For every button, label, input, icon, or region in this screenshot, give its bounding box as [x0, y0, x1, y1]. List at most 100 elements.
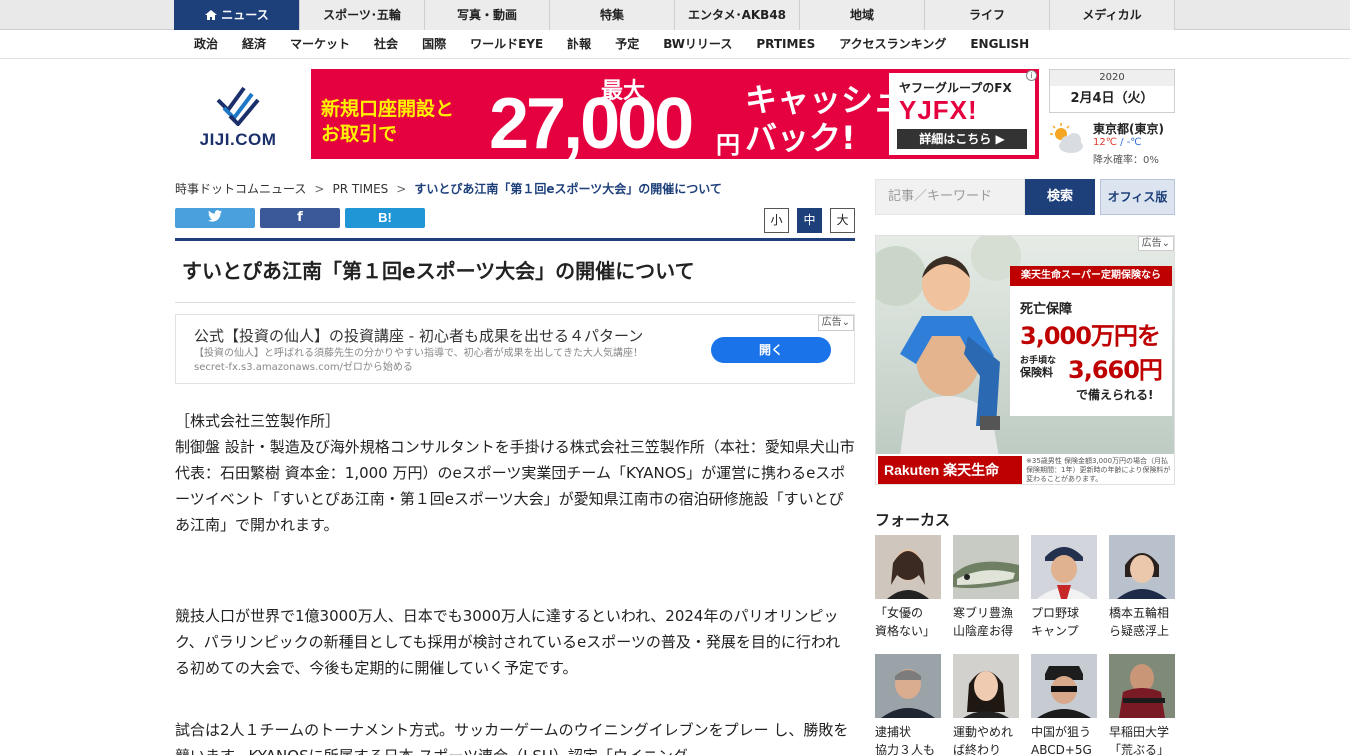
focus-caption-7[interactable]: 中国が狙う ABCD+5G: [1031, 723, 1101, 755]
side-ad-fineprint: ※35歳男性 保険金額3,000万円の場合（月払 保険期間：1年）更新時の年齢に…: [1026, 457, 1171, 483]
focus-thumb-8[interactable]: [1109, 654, 1175, 718]
article-paragraph-3: 試合は2人１チームのトーナメント方式。サッカーゲームのウイニングイレブンをプレー…: [175, 721, 849, 755]
article-paragraph-text: 制御盤 設計・製造及び海外規格コンサルタントを手掛ける株式会社三笠製作所（本社：…: [175, 438, 855, 534]
ad-headline[interactable]: 公式【投資の仙人】の投資講座 - 初心者も成果を出せる４パターン: [194, 325, 643, 346]
tab-life[interactable]: ライフ: [924, 0, 1049, 30]
caption-line: 早稲田大学: [1109, 725, 1170, 739]
caption-line: プロ野球: [1031, 606, 1080, 620]
side-ad-line5: で備えられる!: [1076, 388, 1154, 402]
inline-text-ad[interactable]: 公式【投資の仙人】の投資講座 - 初心者も成果を出せる４パターン 【投資の仙人】…: [175, 314, 855, 384]
side-ad-line4: 3,660円: [1068, 356, 1163, 384]
focus-thumb-2[interactable]: [953, 535, 1019, 599]
banner-copy-line2: お取引で: [321, 123, 398, 145]
banner-cashback: キャッシュ バック!: [745, 81, 905, 157]
search-input[interactable]: 記事／キーワード: [875, 179, 1025, 215]
adchoices-icon[interactable]: i: [1026, 70, 1037, 81]
banner-group: ヤフーグループのFX: [899, 81, 1012, 95]
title-divider: [175, 302, 855, 303]
twitter-icon: [208, 210, 222, 222]
banner-detail-button[interactable]: 詳細はこちら ▶: [897, 129, 1027, 149]
focus-caption-6[interactable]: 運動やめれ ば終わり: [953, 723, 1023, 755]
ad-open-button[interactable]: 開く: [711, 337, 831, 363]
focus-caption-1[interactable]: 「女優の 資格ない」: [875, 604, 945, 640]
banner-yen: 円: [716, 131, 740, 159]
twitter-share-button[interactable]: [175, 208, 255, 228]
side-banner-ad[interactable]: 広告⌄ 楽天生命スーパー定期保険なら 死亡保障 3,000万円を お手頃な 保険料…: [875, 235, 1175, 485]
subnav-society[interactable]: 社会: [374, 30, 398, 59]
logo-text: JIJI.COM: [199, 130, 277, 149]
focus-thumb-4[interactable]: [1109, 535, 1175, 599]
banner-brand: YJFX!: [899, 95, 978, 125]
subnav-market[interactable]: マーケット: [290, 30, 350, 59]
temp-sep: /: [1116, 137, 1127, 148]
breadcrumb-prtimes[interactable]: PR TIMES: [332, 182, 388, 196]
subnav-economy[interactable]: 経済: [242, 30, 266, 59]
focus-thumb-7[interactable]: [1031, 654, 1097, 718]
caption-line: キャンプ: [1031, 624, 1079, 638]
search-button[interactable]: 検索: [1025, 179, 1095, 215]
site-logo[interactable]: JIJI.COM: [186, 78, 290, 150]
focus-thumb-1[interactable]: [875, 535, 941, 599]
weather-temp: 12℃ / -℃: [1093, 137, 1142, 148]
font-size-large-button[interactable]: 大: [830, 208, 855, 233]
breadcrumb-home[interactable]: 時事ドットコムニュース: [175, 182, 306, 196]
subnav-access-ranking[interactable]: アクセスランキング: [839, 30, 946, 59]
hatena-bookmark-button[interactable]: B!: [345, 208, 425, 228]
subnav-obituary[interactable]: 訃報: [567, 30, 591, 59]
title-rule: [175, 238, 855, 241]
cashback-line1: キャッシュ: [745, 81, 906, 119]
subnav-prtimes[interactable]: PRTIMES: [756, 30, 815, 59]
side-ad-strip: 楽天生命スーパー定期保険なら: [1010, 266, 1172, 286]
ad-label-text: 広告: [821, 317, 842, 328]
weather-city: 東京都(東京): [1093, 122, 1164, 136]
focus-caption-5[interactable]: 逮捕状 協力３人も: [875, 723, 945, 755]
focus-thumb-3[interactable]: [1031, 535, 1097, 599]
side-ad-line3: お手頃な 保険料: [1020, 356, 1056, 378]
tab-medical[interactable]: メディカル: [1049, 0, 1175, 30]
subnav-schedule[interactable]: 予定: [615, 30, 639, 59]
focus-caption-8[interactable]: 早稲田大学「荒ぶる」: [1109, 723, 1179, 755]
focus-caption-3[interactable]: プロ野球 キャンプ: [1031, 604, 1101, 640]
temp-high: 12℃: [1093, 137, 1117, 148]
top-banner-ad[interactable]: 新規口座開設と お取引で 27,000 最大 円 キャッシュ バック! ヤフーグ…: [311, 69, 1039, 159]
tab-news[interactable]: ニュース: [174, 0, 299, 30]
focus-caption-4[interactable]: 橋本五輪相 ら疑惑浮上: [1109, 604, 1179, 640]
focus-section-title: フォーカス: [875, 511, 951, 529]
date-box: 2020 2月4日（火）: [1049, 69, 1175, 113]
subnav-international[interactable]: 国際: [422, 30, 446, 59]
tab-photo-video[interactable]: 写真・動画: [424, 0, 549, 30]
caption-line: 山陰産お得: [953, 624, 1014, 638]
article-company: ［株式会社三笠製作所］: [175, 412, 341, 430]
caption-line: 橋本五輪相: [1109, 606, 1170, 620]
subnav-world-eye[interactable]: ワールドEYE: [470, 30, 543, 59]
caption-line: 運動やめれ: [953, 725, 1014, 739]
side-ad-label-text: 広告: [1141, 238, 1162, 249]
side-ad-line1: 死亡保障: [1020, 302, 1073, 317]
font-size-small-button[interactable]: 小: [764, 208, 789, 233]
breadcrumb-current: すいとぴあ江南「第１回eスポーツ大会」の開催について: [414, 182, 722, 196]
article-paragraph-1: ［株式会社三笠製作所］ 制御盤 設計・製造及び海外規格コンサルタントを手掛ける株…: [175, 408, 855, 538]
side-ad-copy: 死亡保障 3,000万円を お手頃な 保険料 3,660円 で備えられる!: [1010, 286, 1172, 416]
ad-label[interactable]: 広告⌄: [817, 315, 854, 331]
focus-thumb-5[interactable]: [875, 654, 941, 718]
tab-region[interactable]: 地域: [799, 0, 924, 30]
caption-line: 資格ない」: [875, 624, 936, 638]
caption-line: 「荒ぶる」: [1109, 743, 1170, 755]
focus-thumb-6[interactable]: [953, 654, 1019, 718]
subnav-english[interactable]: ENGLISH: [970, 30, 1029, 59]
breadcrumb-separator: >: [396, 182, 407, 196]
font-size-medium-button[interactable]: 中: [797, 208, 822, 233]
ad-description: 【投資の仙人】と呼ばれる須藤先生の分かりやすい指導で、初心者が成果を出してきた大…: [194, 348, 643, 373]
subnav-bw-release[interactable]: BWリリース: [663, 30, 732, 59]
banner-amount: 27,000: [489, 84, 694, 159]
tab-entertainment[interactable]: エンタメ･AKB48: [674, 0, 799, 30]
facebook-share-button[interactable]: f: [260, 208, 340, 228]
office-edition-button[interactable]: オフィス版: [1100, 179, 1175, 215]
tab-features[interactable]: 特集: [549, 0, 674, 30]
caption-line: 逮捕状: [875, 725, 912, 739]
side-ad-label[interactable]: 広告⌄: [1137, 236, 1174, 251]
weather-widget[interactable]: 東京都(東京) 12℃ / -℃ 降水確率：0%: [1049, 118, 1175, 166]
tab-sports[interactable]: スポーツ･五輪: [299, 0, 424, 30]
subnav-politics[interactable]: 政治: [194, 30, 218, 59]
focus-caption-2[interactable]: 寒ブリ豊漁 山陰産お得: [953, 604, 1023, 640]
